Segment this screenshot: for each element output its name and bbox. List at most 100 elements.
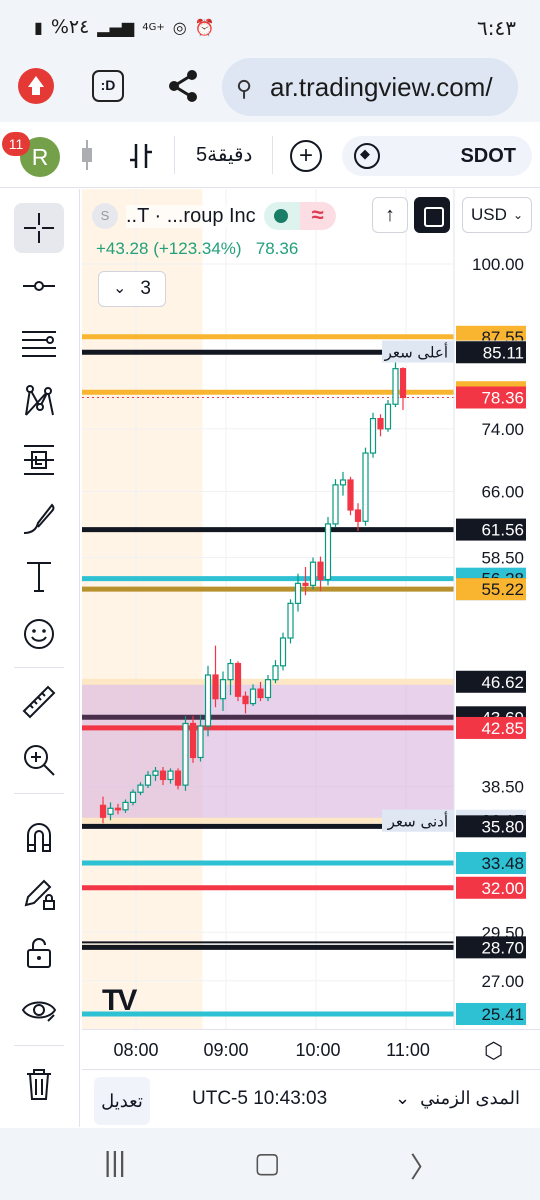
share-icon[interactable] [166, 68, 200, 104]
brush-icon [23, 503, 55, 534]
chart-bottom-bar: تعديل UTC-5 10:43:03 ⌄ المدى الزمني [82, 1069, 540, 1127]
candle-body [272, 665, 279, 681]
price-tag-label: 35.80 [481, 817, 524, 836]
symbol-legend[interactable]: S ..T · ...roup Inc ≈ [92, 201, 336, 231]
candles-icon[interactable] [80, 140, 94, 170]
system-nav-bar: ||| ▢ 〉 [0, 1128, 540, 1200]
candle-body [294, 582, 302, 604]
time-range-label: المدى الزمني [420, 1088, 520, 1108]
candle-body [369, 417, 377, 454]
arrow-up-button[interactable]: ↑ [372, 197, 408, 233]
candle-body [317, 561, 324, 581]
price-tick: 58.50 [481, 549, 524, 568]
text-tool[interactable] [14, 551, 64, 601]
emoji-tool[interactable] [14, 609, 64, 659]
candle-body [122, 801, 129, 811]
price-tag-label: 55.22 [481, 580, 524, 599]
candle-body [212, 674, 219, 700]
candle-body [362, 452, 369, 522]
price-chart[interactable]: 100.0074.0066.0058.5038.5029.5027.0087.5… [82, 189, 540, 1029]
lock-drawing-tool[interactable] [14, 869, 64, 919]
fib-tool[interactable] [14, 319, 64, 369]
candle-body [99, 804, 107, 818]
price-tag-label: 61.56 [481, 521, 524, 540]
site-settings-icon[interactable]: ⚲ [236, 76, 252, 102]
trendline-tool[interactable] [14, 261, 64, 311]
url-text: ar.tradingview.com/ [270, 72, 493, 102]
tab-switcher-button[interactable]: :D [92, 70, 124, 102]
recents-icon[interactable]: ||| [104, 1146, 126, 1178]
time-range-button[interactable]: ⌄ المدى الزمني [395, 1088, 520, 1109]
indicators-collapse-button[interactable]: ⌄ 3 [98, 271, 166, 307]
candle-body [279, 637, 287, 667]
last-price: 78.36 [255, 239, 299, 258]
time-tick: 09:00 [203, 1040, 249, 1060]
currency-label: USD [471, 205, 507, 224]
hotspot-icon: ◎ [172, 17, 187, 37]
chart-toolbar: R 11 5دقيقة + SDOT [0, 122, 540, 188]
delayed-data-icon: ≈ [299, 202, 336, 230]
crosshair-tool[interactable] [14, 203, 64, 253]
candle-body [219, 679, 227, 700]
lock-tool[interactable] [14, 927, 64, 977]
symbol-search[interactable]: SDOT [342, 136, 532, 176]
divider [14, 667, 64, 668]
visibility-tool[interactable] [14, 985, 64, 1035]
brush-tool[interactable] [14, 493, 64, 543]
text-icon [27, 562, 51, 592]
status-time: ٦:٤٣ [477, 16, 516, 40]
candle-body [114, 807, 122, 811]
home-nav-icon[interactable]: ▢ [254, 1146, 280, 1179]
zoom-tool[interactable] [14, 735, 64, 785]
interval-button[interactable]: 5دقيقة [196, 142, 252, 167]
timezone-clock[interactable]: UTC-5 10:43:03 [192, 1088, 327, 1110]
magnet-tool[interactable] [14, 811, 64, 861]
divider [14, 1045, 64, 1046]
candle-body [234, 662, 242, 697]
price-tick: 66.00 [481, 482, 524, 501]
currency-select[interactable]: USD ⌄ [462, 197, 532, 233]
price-tag-label: 42.85 [481, 719, 524, 738]
ruler-tool[interactable] [14, 677, 64, 727]
edit-button[interactable]: تعديل [94, 1077, 150, 1125]
candle-body [197, 725, 204, 759]
battery-icon: ▮ [34, 17, 43, 37]
price-tick: 100.00 [472, 255, 524, 274]
tradingview-logo[interactable]: TV [102, 984, 137, 1018]
candle-body [249, 688, 257, 705]
price-tag-label: 46.62 [481, 673, 524, 692]
pattern-icon [25, 385, 54, 416]
status-bar: ▮ %٢٤ ▂▄▆ 4G+ ◎ ⏰ ٦:٤٣ [0, 0, 540, 52]
price-tick: 74.00 [481, 420, 524, 439]
bar-style-icon[interactable] [128, 142, 154, 170]
candle-body [339, 479, 347, 486]
candle-body [347, 479, 354, 511]
position-tool[interactable] [14, 435, 64, 485]
candle-body [144, 774, 152, 786]
time-axis[interactable]: 08:00 09:00 10:00 11:00 ⬡ [82, 1029, 540, 1069]
fib-retracement-icon [22, 331, 56, 357]
url-field[interactable]: ⚲ ar.tradingview.com/ [222, 58, 518, 116]
session-shade [82, 189, 203, 1029]
settings-icon[interactable]: ⬡ [484, 1038, 503, 1064]
home-icon[interactable] [18, 68, 54, 104]
candle-body [399, 368, 407, 399]
indicators-count: 3 [140, 278, 151, 299]
candle-body [189, 722, 197, 759]
chevron-down-icon: ⌄ [113, 280, 127, 297]
ruler-icon [22, 685, 56, 719]
time-tick: 11:00 [386, 1040, 430, 1060]
price-change: +43.28 (+123.34%) 78.36 [96, 239, 298, 259]
market-status-icon [263, 202, 300, 230]
fullscreen-button[interactable] [414, 197, 450, 233]
symbol-name: ..T · ...roup Inc [126, 204, 256, 228]
long-position-icon [24, 445, 54, 475]
chevron-down-icon: ⌄ [512, 208, 523, 222]
chart-pane[interactable]: 100.00 74.00 66.00 58.50 38.50 29.50 27.00 87.5… [82, 189, 540, 1029]
back-icon[interactable]: 〉 [410, 1146, 438, 1186]
add-symbol-button[interactable]: + [290, 140, 322, 172]
candle-body [227, 662, 234, 681]
delete-tool[interactable] [14, 1059, 64, 1109]
battery-level: %٢٤ [50, 16, 90, 38]
pattern-tool[interactable] [14, 377, 64, 427]
